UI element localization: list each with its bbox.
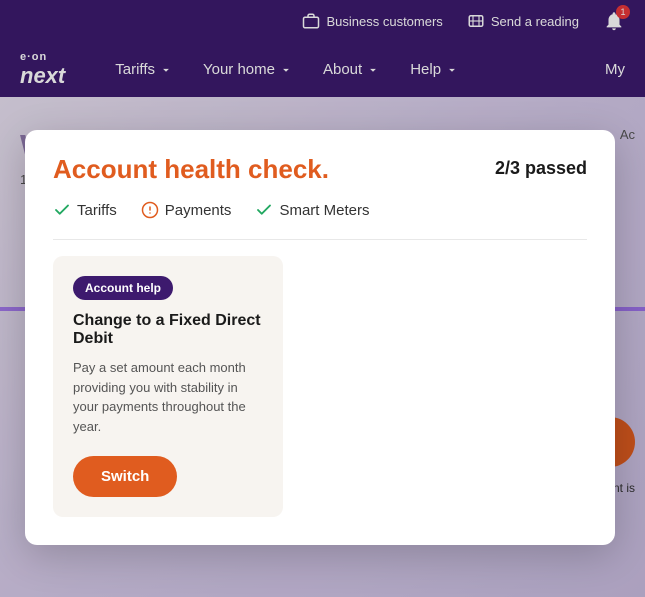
account-help-card: Account help Change to a Fixed Direct De… (53, 256, 283, 517)
check-pass-icon (53, 201, 71, 219)
modal-divider (53, 239, 587, 240)
modal-passed: 2/3 passed (495, 154, 587, 179)
modal-header: Account health check. 2/3 passed (53, 154, 587, 185)
check-warn-icon (141, 201, 159, 219)
check-payments-label: Payments (165, 202, 232, 219)
check-smart-meters-label: Smart Meters (279, 202, 369, 219)
card-title: Change to a Fixed Direct Debit (73, 312, 263, 348)
switch-button[interactable]: Switch (73, 456, 177, 497)
modal-checks: Tariffs Payments Smart Meters (53, 201, 587, 219)
health-check-modal: Account health check. 2/3 passed Tariffs… (25, 130, 615, 545)
modal-title: Account health check. (53, 154, 329, 185)
card-description: Pay a set amount each month providing yo… (73, 358, 263, 436)
check-tariffs-label: Tariffs (77, 202, 117, 219)
card-tag: Account help (73, 276, 173, 300)
check-payments: Payments (141, 201, 232, 219)
check-smart-meters: Smart Meters (255, 201, 369, 219)
check-pass-icon-2 (255, 201, 273, 219)
check-tariffs: Tariffs (53, 201, 117, 219)
